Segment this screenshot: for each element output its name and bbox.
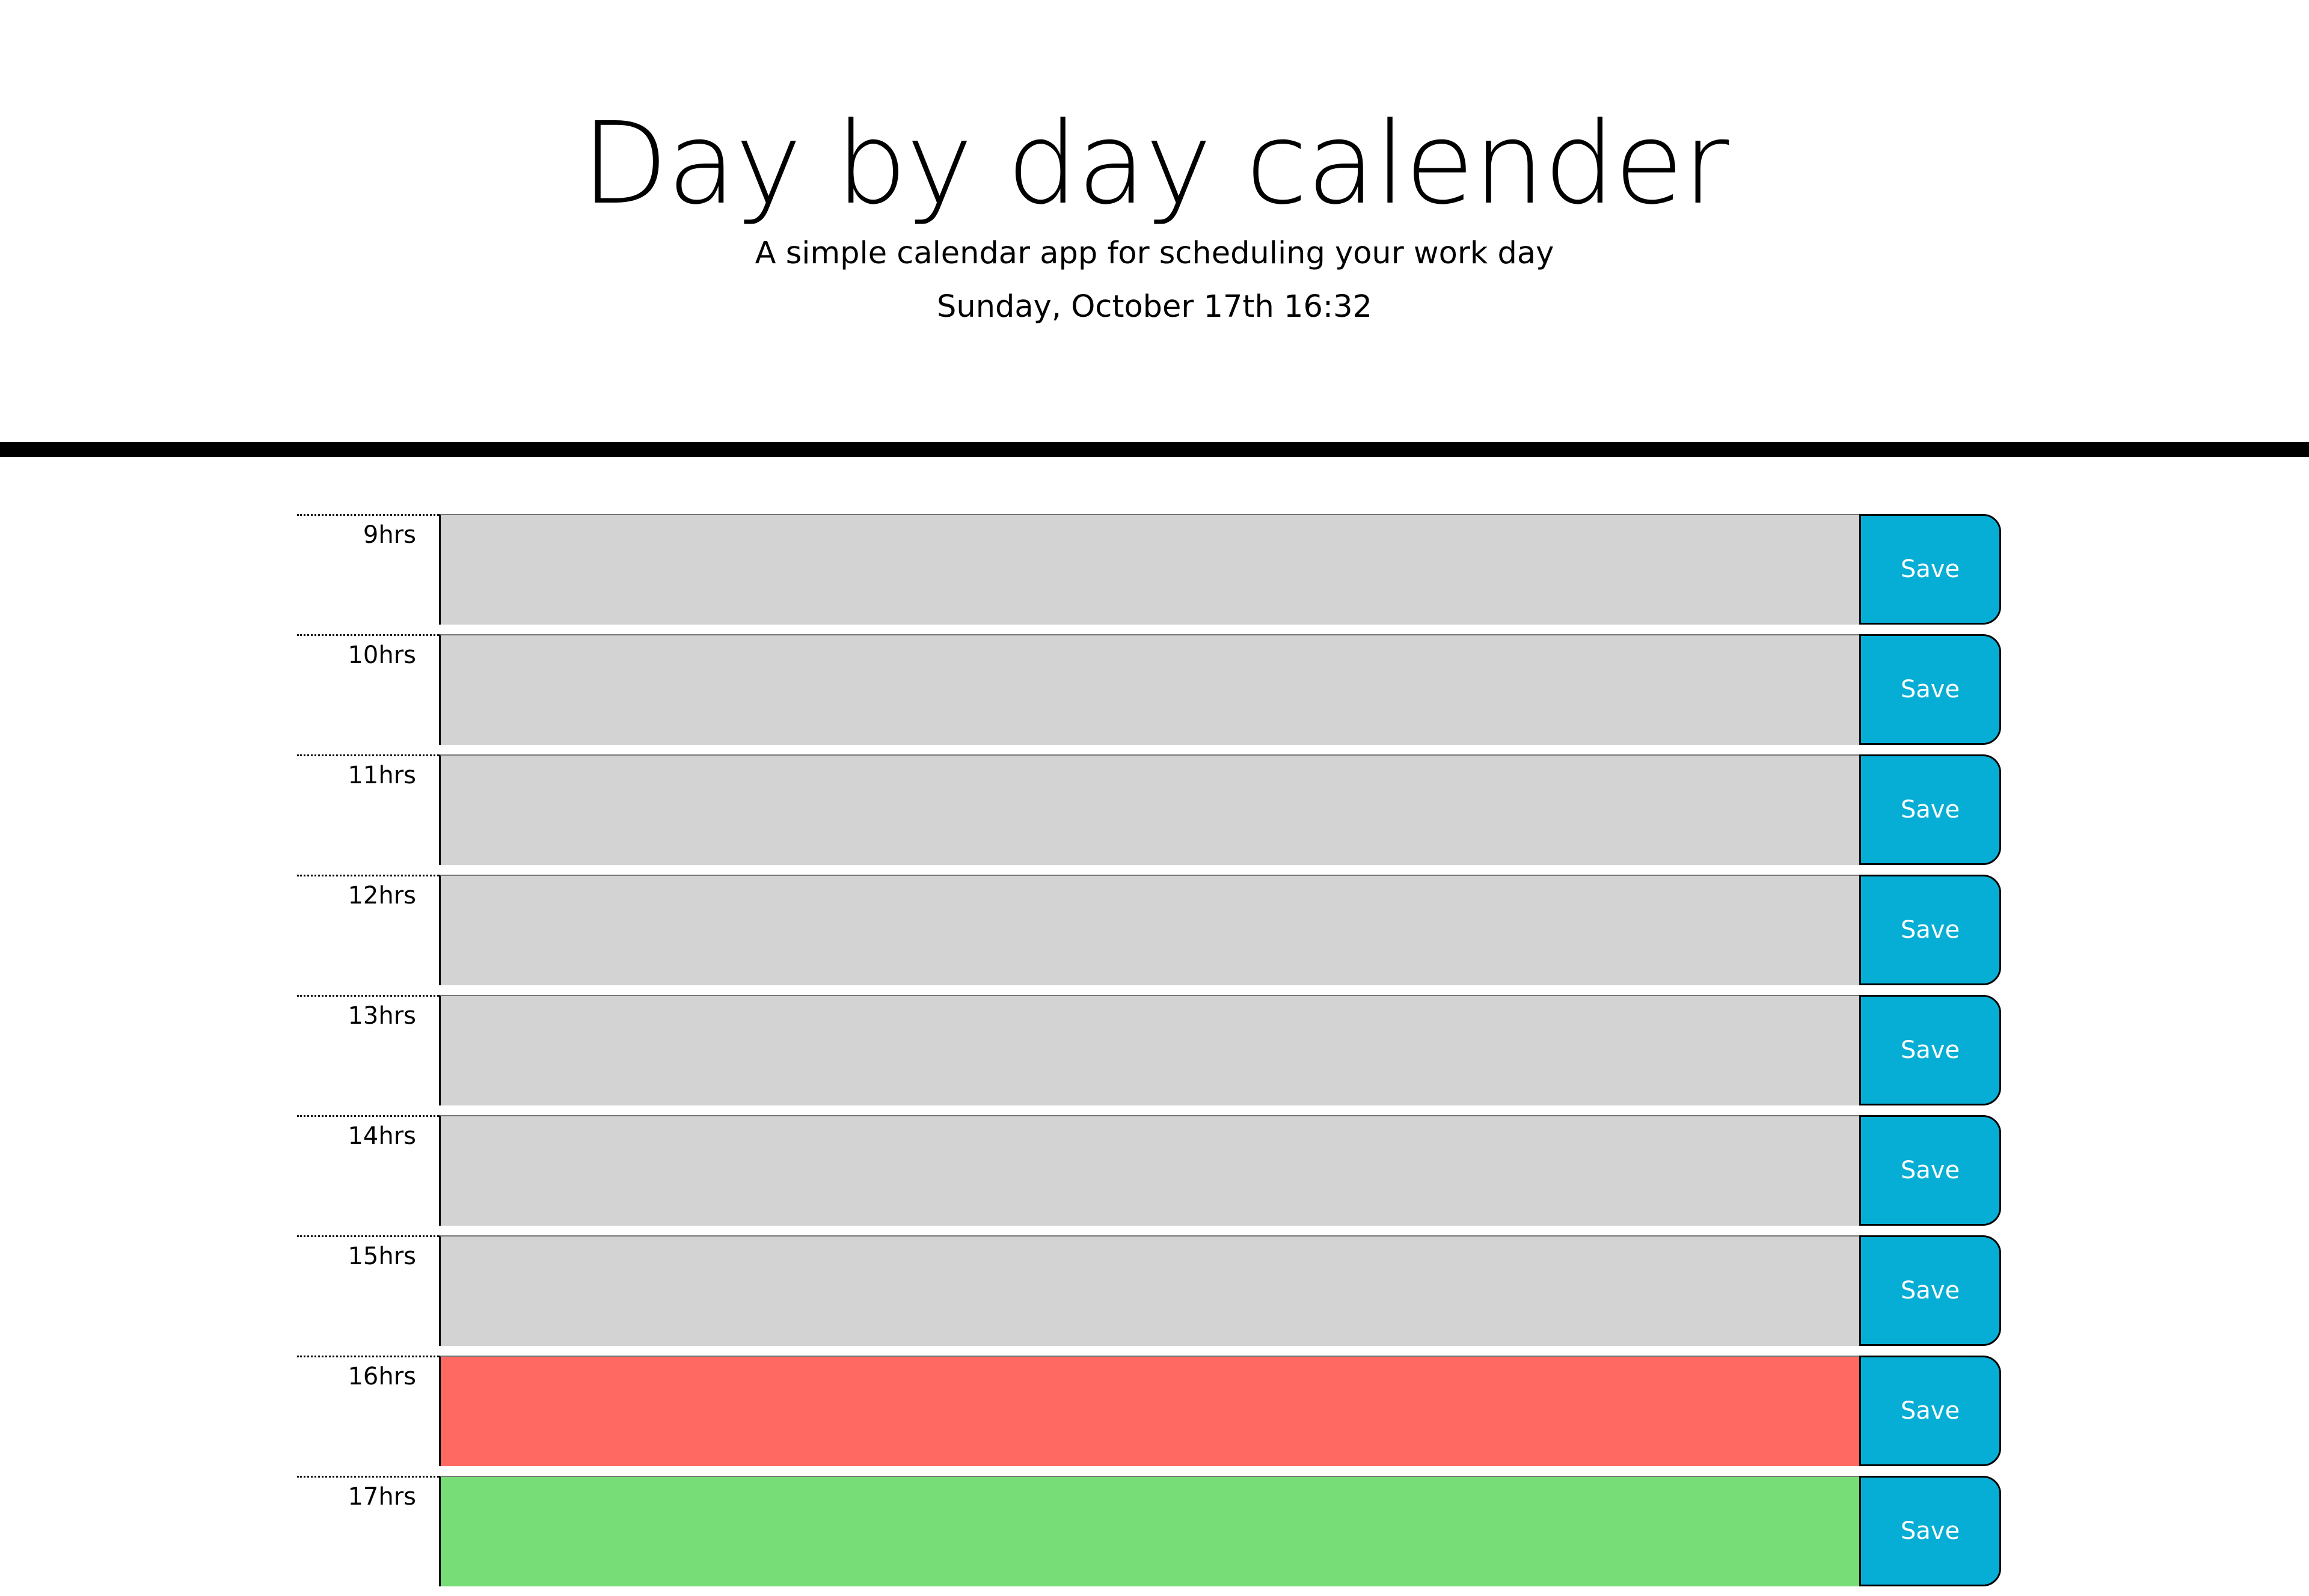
- event-textarea[interactable]: [439, 514, 1859, 625]
- header: Day by day calender A simple calendar ap…: [0, 0, 2309, 442]
- header-divider: [0, 442, 2309, 457]
- event-textarea[interactable]: [439, 1115, 1859, 1226]
- event-textarea[interactable]: [439, 1356, 1859, 1466]
- time-block: 13hrs Save: [297, 995, 2005, 1105]
- time-block: 15hrs Save: [297, 1235, 2005, 1346]
- page-title: Day by day calender: [581, 98, 1729, 230]
- page-subtitle: A simple calendar app for scheduling you…: [755, 236, 1554, 271]
- hour-label: 11hrs: [297, 754, 439, 865]
- event-textarea[interactable]: [439, 754, 1859, 865]
- time-block: 10hrs Save: [297, 634, 2005, 745]
- hour-label: 10hrs: [297, 634, 439, 745]
- event-textarea[interactable]: [439, 1476, 1859, 1586]
- time-block: 17hrs Save: [297, 1476, 2005, 1586]
- hour-label: 13hrs: [297, 995, 439, 1105]
- event-textarea[interactable]: [439, 875, 1859, 985]
- hour-label: 14hrs: [297, 1115, 439, 1226]
- event-textarea[interactable]: [439, 1235, 1859, 1346]
- save-button[interactable]: Save: [1859, 514, 2001, 625]
- time-block-list: 9hrs Save 10hrs Save 11hrs Save 12hrs Sa…: [297, 514, 2005, 1596]
- hour-label: 15hrs: [297, 1235, 439, 1346]
- save-button[interactable]: Save: [1859, 634, 2001, 745]
- event-textarea[interactable]: [439, 995, 1859, 1105]
- save-button[interactable]: Save: [1859, 1235, 2001, 1346]
- event-textarea[interactable]: [439, 634, 1859, 745]
- save-button[interactable]: Save: [1859, 1115, 2001, 1226]
- time-block: 12hrs Save: [297, 875, 2005, 985]
- time-block: 16hrs Save: [297, 1356, 2005, 1466]
- current-date: Sunday, October 17th 16:32: [937, 289, 1372, 325]
- save-button[interactable]: Save: [1859, 1356, 2001, 1466]
- hour-label: 9hrs: [297, 514, 439, 625]
- save-button[interactable]: Save: [1859, 875, 2001, 985]
- hour-label: 16hrs: [297, 1356, 439, 1466]
- hour-label: 12hrs: [297, 875, 439, 985]
- save-button[interactable]: Save: [1859, 1476, 2001, 1586]
- hour-label: 17hrs: [297, 1476, 439, 1586]
- time-block: 9hrs Save: [297, 514, 2005, 625]
- save-button[interactable]: Save: [1859, 995, 2001, 1105]
- save-button[interactable]: Save: [1859, 754, 2001, 865]
- time-block: 11hrs Save: [297, 754, 2005, 865]
- time-block: 14hrs Save: [297, 1115, 2005, 1226]
